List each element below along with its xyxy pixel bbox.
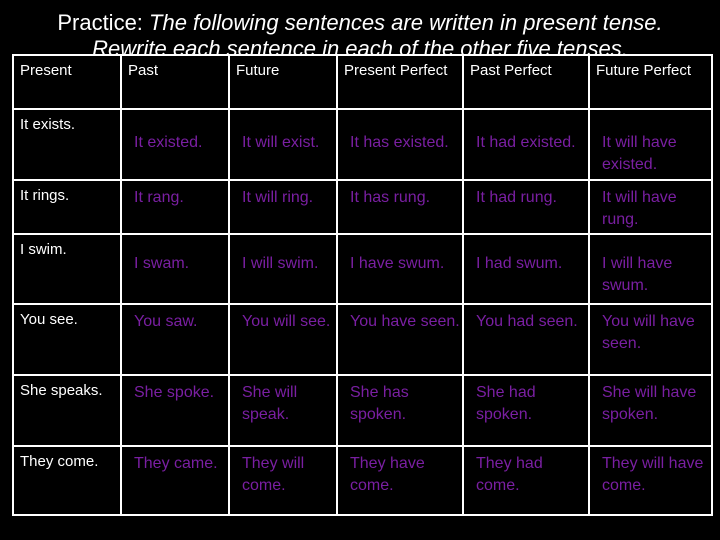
answer-cell: They have come. (350, 455, 425, 494)
tense-table: Present Past Future Present Perfect Past Per… (12, 54, 713, 516)
answer-cell: It has rung. (350, 189, 431, 206)
answer-cell: She has spoken. (350, 384, 409, 423)
column-header: Future Perfect (596, 62, 692, 79)
answer-cell: It will exist. (242, 134, 320, 151)
answer-cell: She will have spoken. (602, 384, 697, 423)
answer-cell: You had seen. (476, 313, 578, 330)
title-prefix: Practice: (57, 10, 150, 35)
column-header: Present Perfect (344, 62, 448, 79)
column-header: Future (236, 62, 280, 79)
answer-cell: It rang. (134, 189, 184, 206)
answer-cell: It will have rung. (602, 189, 677, 228)
title-instruction-1: The following sentences are written in p… (149, 10, 663, 35)
answer-cell: It will ring. (242, 189, 314, 206)
answer-cell: You will see. (242, 313, 331, 330)
column-header: Past (128, 62, 159, 79)
row-divider (14, 179, 711, 181)
row-divider (14, 445, 711, 447)
column-header: Past Perfect (470, 62, 552, 79)
answer-cell: It existed. (134, 134, 203, 151)
answer-cell: I will swim. (242, 255, 319, 272)
answer-cell: I will have swum. (602, 255, 673, 294)
present-sentence: It rings. (20, 187, 70, 204)
present-sentence: She speaks. (20, 382, 103, 399)
answer-cell: You have seen. (350, 313, 460, 330)
answer-cell: I have swum. (350, 255, 445, 272)
answer-cell: They will have come. (602, 455, 704, 494)
row-divider (14, 233, 711, 235)
answer-cell: I had swum. (476, 255, 563, 272)
answer-cell: You will have seen. (602, 313, 695, 352)
title-line-1: Practice: The following sentences are wr… (0, 10, 720, 36)
answer-cell: I swam. (134, 255, 190, 272)
answer-cell: They came. (134, 455, 218, 472)
present-sentence: I swim. (20, 241, 67, 258)
answer-cell: She had spoken. (476, 384, 536, 423)
row-divider (14, 108, 711, 110)
row-divider (14, 303, 711, 305)
answer-cell: It had rung. (476, 189, 557, 206)
answer-cell: You saw. (134, 313, 198, 330)
column-header: Present (20, 62, 72, 79)
answer-cell: She spoke. (134, 384, 215, 401)
answer-cell: It has existed. (350, 134, 449, 151)
answer-cell: They will come. (242, 455, 305, 494)
answer-cell: It had existed. (476, 134, 576, 151)
present-sentence: You see. (20, 311, 78, 328)
answer-cell: She will speak. (242, 384, 298, 423)
answer-cell: They had come. (476, 455, 543, 494)
answer-cell: It will have existed. (602, 134, 677, 173)
present-sentence: It exists. (20, 116, 76, 133)
row-divider (14, 374, 711, 376)
present-sentence: They come. (20, 453, 99, 470)
